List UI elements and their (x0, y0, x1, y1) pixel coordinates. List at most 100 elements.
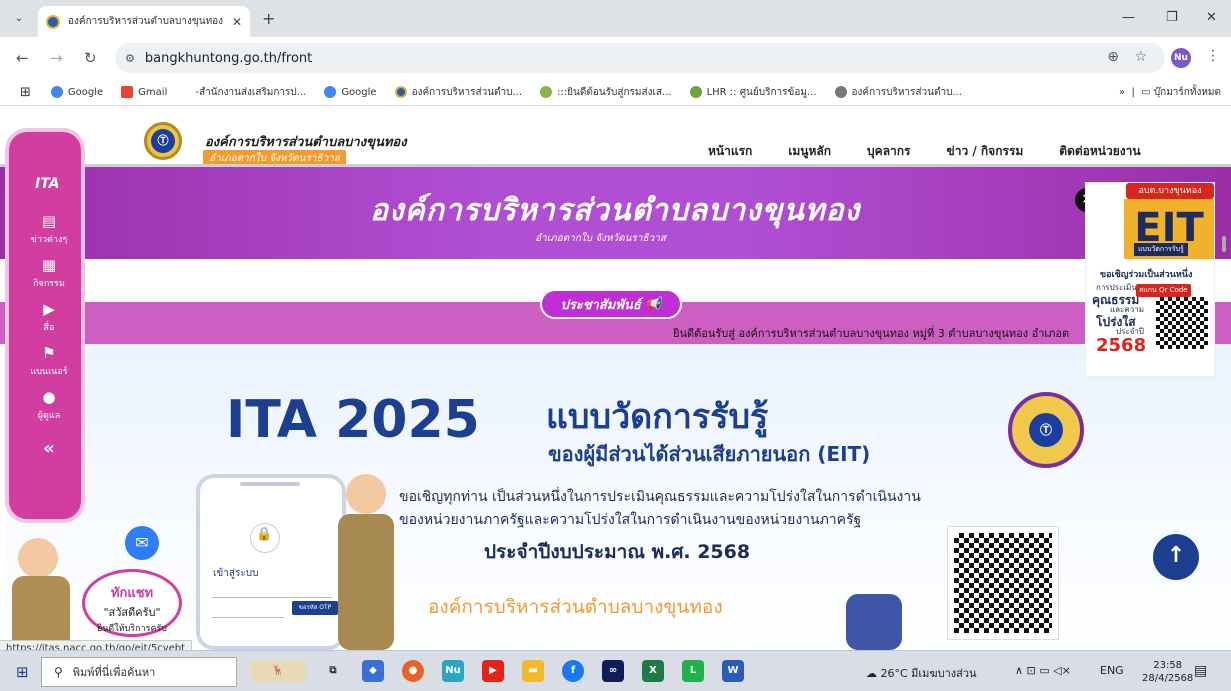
messenger-icon[interactable]: ✉ (125, 526, 159, 560)
close-window-icon[interactable]: ✕ (1206, 10, 1217, 25)
google-icon (50, 86, 63, 98)
taskbar-search-placeholder: พิมพ์ที่นี่เพื่อค้นหา (72, 666, 156, 679)
menu-news[interactable]: ข่าว / กิจกรรม (947, 142, 1024, 161)
menu-contact[interactable]: ติดต่อหน่วยงาน (1059, 142, 1140, 161)
widgets-icon[interactable]: ◆ (362, 660, 384, 682)
person-illustration (338, 514, 394, 650)
notification-icon[interactable]: ▤ (1194, 663, 1207, 679)
taskbar-search[interactable]: ⚲ พิมพ์ที่นี่เพื่อค้นหา (41, 657, 237, 687)
minimize-icon[interactable]: — (1122, 10, 1135, 25)
user-icon: ● (42, 388, 56, 406)
sidenav-label: สื่อ (43, 323, 55, 333)
ad-invite: ขอเชิญร่วมเป็นส่วนหนึ่ง (1100, 270, 1193, 280)
meta-icon[interactable]: ∞ (602, 660, 624, 682)
bookmark-label: Google (67, 86, 104, 98)
phone-login-label: เข้าสู่ระบบ (213, 568, 259, 579)
dept-icon (540, 86, 553, 98)
reload-icon[interactable]: ↻ (84, 49, 97, 67)
menu-home[interactable]: หน้าแรก (708, 142, 752, 161)
tab-search-icon[interactable]: ⌄ (10, 10, 28, 28)
profile-avatar[interactable]: Nu (1171, 48, 1191, 68)
globe-icon (834, 86, 847, 98)
all-bookmarks[interactable]: » | ▭ บุ๊กมาร์กทั้งหมด (1119, 85, 1221, 100)
page-scrollbar[interactable] (1222, 236, 1226, 252)
chat-bubble[interactable]: ทักแชท "สวัสดีครับ" ยินดีให้บริการครับ (82, 569, 182, 637)
sidenav-item-banner[interactable]: ⚑ แบนเนอร์ (9, 344, 89, 378)
ita-invite-line1: ขอเชิญทุกท่าน เป็นส่วนหนึ่งในการประเมินค… (399, 489, 921, 505)
ita-invite-line2: ของหน่วยงานภาครัฐและความโปร่งใสในการดำเน… (399, 512, 862, 528)
site-favicon-icon (46, 14, 60, 29)
windows-start-icon[interactable]: ⊞ (16, 663, 29, 681)
org-logo[interactable]: Ⓣ (144, 122, 182, 160)
bookmark-item[interactable]: -สำนักงานส่งเสริมการป... (195, 85, 306, 100)
bookmark-item[interactable]: Google (50, 86, 104, 98)
sidenav-item-admin[interactable]: ● ผู้ดูแล (9, 388, 89, 422)
menu-personnel[interactable]: บุคลากร (867, 142, 910, 161)
browser-menu-icon[interactable]: ⋮ (1206, 48, 1220, 64)
tab-close-icon[interactable]: ✕ (232, 15, 242, 29)
collapse-icon[interactable]: « (9, 438, 89, 459)
mascot-illustration (18, 538, 58, 578)
input-language[interactable]: ENG (1100, 664, 1124, 677)
task-view-icon[interactable]: ⧉ (322, 660, 344, 682)
bookmark-item[interactable]: องค์การบริหารส่วนตำบ... (834, 85, 962, 100)
back-icon[interactable]: ← (16, 49, 29, 67)
sidenav-item-activities[interactable]: ▦ กิจกรรม (9, 256, 89, 290)
site-favicon-icon (394, 86, 407, 98)
person-illustration (846, 594, 902, 650)
new-tab-icon[interactable]: + (262, 9, 275, 28)
forward-icon[interactable]: → (50, 49, 63, 67)
folder-icon: ▭ (1141, 87, 1151, 98)
facebook-icon[interactable]: f (562, 660, 584, 682)
bookmark-label: Gmail (138, 86, 168, 98)
restore-icon[interactable]: ❐ (1166, 10, 1178, 25)
phone-illustration: 🔒 เข้าสู่ระบบ ขอรหัส OTP (196, 474, 346, 650)
ita-banner[interactable]: ITA 2025 แบบวัดการรับรู้ ของผู้มีส่วนได้… (6, 344, 1231, 650)
eit-ad-popup[interactable]: อบต.บางขุนทอง EIT แบบวัดการรับรู้ ขอเชิญ… (1085, 182, 1215, 377)
marquee-text: ยินดีต้อนรับสู่ องค์การบริหารส่วนตำบลบาง… (673, 327, 1070, 340)
word-icon[interactable]: W (722, 660, 744, 682)
bookmark-item[interactable]: Google (324, 86, 377, 98)
pr-badge[interactable]: ประชาสัมพันธ์ 📢 (540, 289, 682, 319)
chat-greeting: "สวัสดีครับ" (103, 606, 161, 619)
bookmark-label: องค์การบริหารส่วนตำบ... (851, 86, 962, 98)
sidenav-item-media[interactable]: ▶ สื่อ (9, 300, 89, 334)
scroll-top-icon[interactable]: ↑ (1153, 534, 1199, 580)
chat-widget[interactable]: ✉ ทักแชท "สวัสดีครับ" ยินดีให้บริการครับ (8, 516, 188, 650)
bookmark-star-icon[interactable]: ☆ (1134, 49, 1147, 65)
all-bookmarks-label: บุ๊กมาร์กทั้งหมด (1153, 87, 1221, 98)
weather-icon: ☁ (866, 667, 877, 680)
banner-title: องค์การบริหารส่วนตำบลบางขุนทอง (370, 193, 861, 228)
excel-icon[interactable]: X (642, 660, 664, 682)
ad-qr-code (1156, 297, 1208, 349)
tray-icons[interactable]: ∧ ⊡ ▭ ◁× (1015, 664, 1071, 677)
line-icon[interactable]: L (682, 660, 704, 682)
browser-tab[interactable]: องค์การบริหารส่วนตำบลบางขุนทอง ✕ (38, 6, 250, 37)
taskbar-clock[interactable]: 23:58 28/4/2568 (1142, 659, 1193, 685)
firefox-icon[interactable]: ● (402, 660, 424, 682)
youtube-icon[interactable]: ▶ (482, 660, 504, 682)
sidenav-item-news[interactable]: ▤ ข่าวต่างๆ (9, 212, 89, 246)
bookmark-item[interactable]: :::ยินดีต้อนรับสู่กรมส่งเส... (540, 85, 672, 100)
menu-main[interactable]: เมนูหลัก (788, 142, 831, 161)
banner-subtitle: อำเภอตากใบ จังหวัดนราธิวาส (535, 233, 666, 244)
bookmark-item[interactable]: องค์การบริหารส่วนตำบ... (394, 85, 522, 100)
file-explorer-icon[interactable]: ▬ (522, 660, 544, 682)
clock-date: 28/4/2568 (1142, 673, 1194, 684)
chat-title: ทักแชท (110, 586, 154, 601)
apps-icon[interactable]: ⊞ (20, 85, 31, 100)
news-icon: ▤ (41, 212, 57, 230)
weather-widget[interactable]: ☁ 26°C มีเมฆบางส่วน (866, 664, 977, 682)
url-field[interactable]: ⚙ bangkhuntong.go.th/front ☆ ⊕ (115, 43, 1165, 73)
qr-code (947, 526, 1059, 640)
lhr-icon (689, 86, 702, 98)
chrome-icon[interactable]: Nu (442, 660, 464, 682)
google-icon (324, 86, 337, 98)
pr-label: ประชาสัมพันธ์ (560, 297, 641, 313)
ad-badge: อบต.บางขุนทอง (1126, 183, 1214, 199)
web-page: Ⓣ องค์การบริหารส่วนตำบลบางขุนทอง อำเภอตา… (0, 106, 1231, 650)
bookmark-item[interactable]: Gmail (121, 86, 167, 98)
site-info-icon[interactable]: ⚙ (125, 52, 135, 65)
zoom-icon[interactable]: ⊕ (1107, 49, 1119, 65)
bookmark-item[interactable]: LHR :: ศูนย์บริการข้อมู... (689, 85, 817, 100)
